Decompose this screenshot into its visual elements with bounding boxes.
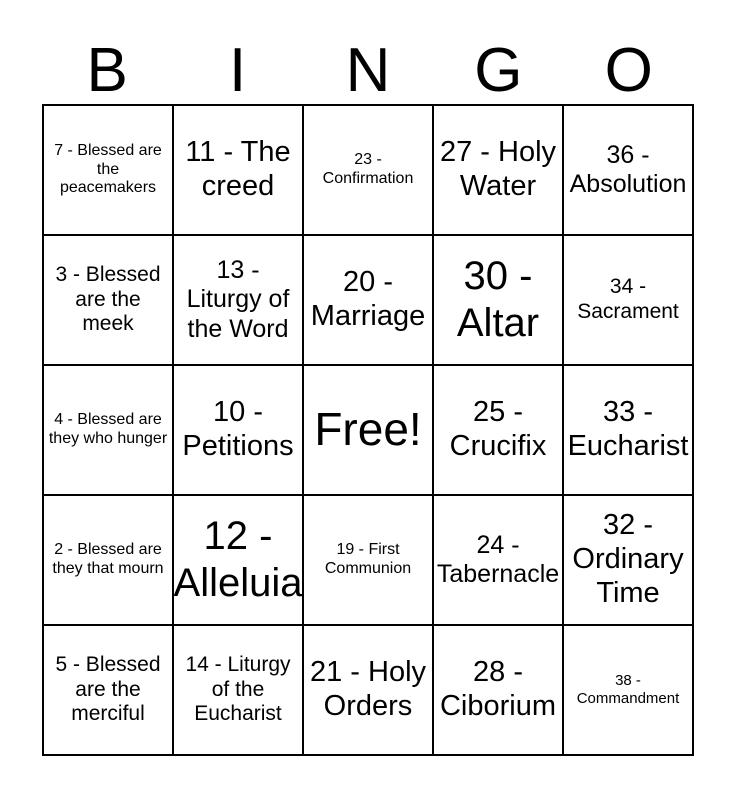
bingo-cell-b4[interactable]: 2 - Blessed are they that mourn bbox=[44, 496, 174, 626]
header-letter-g: G bbox=[474, 36, 523, 105]
bingo-cell-g5[interactable]: 28 - Ciborium bbox=[434, 626, 564, 756]
bingo-cell-text: 14 - Liturgy of the Eucharist bbox=[185, 653, 291, 726]
bingo-cell-text: 13 - Liturgy of the Word bbox=[186, 256, 290, 343]
bingo-cell-text: 5 - Blessed are the merciful bbox=[55, 653, 161, 726]
bingo-cell-text: 25 - Crucifix bbox=[449, 396, 547, 462]
header-letter-n: N bbox=[345, 36, 391, 105]
bingo-cell-n4[interactable]: 19 - First Communion bbox=[304, 496, 434, 626]
bingo-cell-text: 24 - Tabernacle bbox=[436, 530, 560, 588]
bingo-cell-o2[interactable]: 34 - Sacrament bbox=[564, 236, 694, 366]
bingo-cell-text: 34 - Sacrament bbox=[577, 275, 679, 323]
bingo-cell-b3[interactable]: 4 - Blessed are they who hunger bbox=[44, 366, 174, 496]
bingo-cell-n1[interactable]: 23 - Confirmation bbox=[304, 106, 434, 236]
bingo-cell-free-space[interactable]: Free! bbox=[304, 366, 434, 496]
bingo-cell-text: 10 - Petitions bbox=[182, 396, 294, 462]
bingo-cell-text: 38 - Commandment bbox=[576, 672, 680, 707]
bingo-cell-text: 27 - Holy Water bbox=[439, 136, 557, 202]
bingo-cell-n5[interactable]: 21 - Holy Orders bbox=[304, 626, 434, 756]
bingo-cell-g3[interactable]: 25 - Crucifix bbox=[434, 366, 564, 496]
bingo-cell-text: 33 - Eucharist bbox=[567, 396, 689, 462]
bingo-cell-text: 19 - First Communion bbox=[324, 541, 412, 577]
bingo-cell-text: 7 - Blessed are the peacemakers bbox=[54, 141, 162, 197]
bingo-cell-i3[interactable]: 10 - Petitions bbox=[174, 366, 304, 496]
bingo-cell-text: 12 - Alleluia bbox=[174, 514, 303, 605]
bingo-cell-n2[interactable]: 20 - Marriage bbox=[304, 236, 434, 366]
bingo-cell-i1[interactable]: 11 - The creed bbox=[174, 106, 304, 236]
bingo-cell-text: 21 - Holy Orders bbox=[309, 656, 427, 722]
bingo-cell-text: 20 - Marriage bbox=[310, 266, 426, 332]
bingo-cell-text: 23 - Confirmation bbox=[322, 151, 414, 187]
header-letter-i: I bbox=[228, 36, 247, 105]
bingo-cell-text: 11 - The creed bbox=[185, 136, 291, 202]
bingo-cell-o3[interactable]: 33 - Eucharist bbox=[564, 366, 694, 496]
bingo-cell-text: 28 - Ciborium bbox=[439, 656, 557, 722]
bingo-cell-b1[interactable]: 7 - Blessed are the peacemakers bbox=[44, 106, 174, 236]
bingo-cell-text: 2 - Blessed are they that mourn bbox=[52, 541, 164, 577]
bingo-cell-g4[interactable]: 24 - Tabernacle bbox=[434, 496, 564, 626]
bingo-cell-b2[interactable]: 3 - Blessed are the meek bbox=[44, 236, 174, 366]
bingo-header: B I N G O bbox=[42, 12, 694, 104]
bingo-cell-text: Free! bbox=[314, 403, 422, 456]
header-letter-o: O bbox=[604, 36, 653, 105]
bingo-cell-text: 32 - Ordinary Time bbox=[572, 509, 684, 609]
bingo-cell-b5[interactable]: 5 - Blessed are the merciful bbox=[44, 626, 174, 756]
header-letter-b: B bbox=[86, 36, 128, 105]
bingo-cell-text: 36 - Absolution bbox=[569, 140, 687, 198]
bingo-cell-o4[interactable]: 32 - Ordinary Time bbox=[564, 496, 694, 626]
bingo-cell-g2[interactable]: 30 - Altar bbox=[434, 236, 564, 366]
bingo-cell-g1[interactable]: 27 - Holy Water bbox=[434, 106, 564, 236]
bingo-cell-text: 30 - Altar bbox=[456, 254, 540, 345]
bingo-cell-o5[interactable]: 38 - Commandment bbox=[564, 626, 694, 756]
bingo-cell-o1[interactable]: 36 - Absolution bbox=[564, 106, 694, 236]
bingo-card: B I N G O 7 - Blessed are the peacemaker… bbox=[42, 12, 694, 756]
bingo-cell-i4[interactable]: 12 - Alleluia bbox=[174, 496, 304, 626]
bingo-cell-text: 3 - Blessed are the meek bbox=[55, 263, 161, 336]
bingo-grid: 7 - Blessed are the peacemakers 11 - The… bbox=[42, 104, 694, 756]
bingo-cell-i5[interactable]: 14 - Liturgy of the Eucharist bbox=[174, 626, 304, 756]
bingo-cell-text: 4 - Blessed are they who hunger bbox=[48, 411, 168, 447]
bingo-cell-i2[interactable]: 13 - Liturgy of the Word bbox=[174, 236, 304, 366]
